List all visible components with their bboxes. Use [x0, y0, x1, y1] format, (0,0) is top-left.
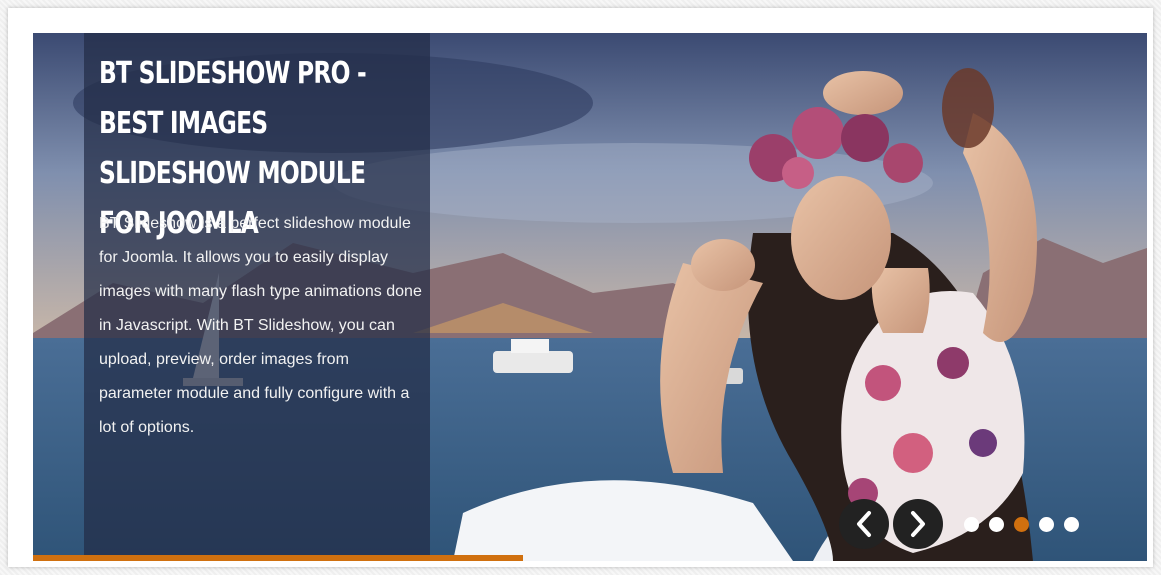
slideshow-stage: BT SLIDESHOW PRO - BEST IMAGES SLIDESHOW…: [33, 33, 1147, 561]
caption-panel: BT SLIDESHOW PRO - BEST IMAGES SLIDESHOW…: [84, 33, 430, 561]
slide-dot-5[interactable]: [1064, 517, 1079, 532]
chevron-left-icon: [857, 511, 871, 537]
chevron-right-icon: [911, 511, 925, 537]
slide-dot-4[interactable]: [1039, 517, 1054, 532]
slide-dot-2[interactable]: [989, 517, 1004, 532]
slide-description: BT Slideshow is a perfect slideshow modu…: [99, 215, 422, 436]
prev-slide-button[interactable]: [839, 499, 889, 549]
slide-dot-3[interactable]: [1014, 517, 1029, 532]
slide-pagination: [964, 517, 1079, 533]
slideshow-frame: BT SLIDESHOW PRO - BEST IMAGES SLIDESHOW…: [8, 8, 1153, 567]
slide-dot-1[interactable]: [964, 517, 979, 532]
next-slide-button[interactable]: [893, 499, 943, 549]
slide-progress-bar: [33, 555, 523, 561]
